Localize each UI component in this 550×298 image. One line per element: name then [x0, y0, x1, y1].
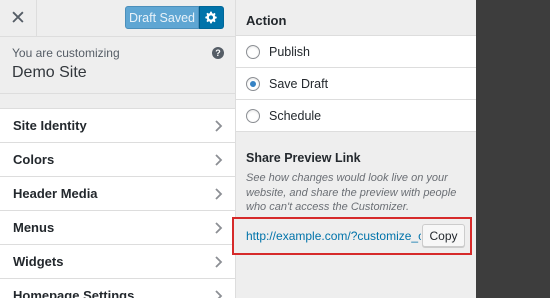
chevron-right-icon — [215, 154, 223, 166]
section-site-identity[interactable]: Site Identity — [0, 108, 235, 142]
chevron-right-icon — [215, 188, 223, 200]
gear-icon — [205, 11, 217, 24]
draft-saved-button[interactable]: Draft Saved — [125, 6, 199, 29]
option-label: Publish — [269, 44, 310, 59]
option-schedule[interactable]: Schedule — [236, 99, 476, 131]
customizer-header: ✕ Draft Saved — [0, 0, 235, 37]
share-description: See how changes would look live on your … — [246, 172, 457, 213]
chevron-right-icon — [215, 256, 223, 268]
site-name: Demo Site — [12, 64, 87, 81]
chevron-right-icon — [215, 120, 223, 132]
action-heading: Action — [246, 13, 287, 28]
customizing-info: You are customizing Demo Site ? — [0, 38, 235, 94]
customizer-sections: Site Identity Colors Header Media Menus … — [0, 108, 235, 298]
section-header-media[interactable]: Header Media — [0, 176, 235, 210]
chevron-right-icon — [215, 290, 223, 298]
copy-button[interactable]: Copy — [422, 224, 465, 247]
site-preview — [476, 0, 550, 298]
option-label: Save Draft — [269, 76, 329, 91]
section-label: Header Media — [13, 186, 98, 201]
section-colors[interactable]: Colors — [0, 142, 235, 176]
radio-publish[interactable] — [246, 44, 260, 59]
section-label: Colors — [13, 152, 55, 167]
section-label: Site Identity — [13, 118, 87, 133]
section-widgets[interactable]: Widgets — [0, 244, 235, 278]
customizer-sidebar: ✕ Draft Saved You are customizing Demo S… — [0, 0, 236, 298]
chevron-right-icon — [215, 222, 223, 234]
preview-link-highlight: http://example.com/?customize_c Copy — [232, 217, 472, 255]
section-label: Widgets — [13, 254, 64, 269]
section-menus[interactable]: Menus — [0, 210, 235, 244]
preview-link[interactable]: http://example.com/?customize_c — [246, 229, 421, 243]
divider — [236, 131, 476, 132]
close-button[interactable]: ✕ — [0, 0, 37, 36]
customizing-lead: You are customizing — [12, 46, 120, 60]
publish-settings-button[interactable] — [199, 6, 224, 29]
option-save-draft[interactable]: Save Draft — [236, 67, 476, 99]
close-icon: ✕ — [10, 7, 26, 29]
section-homepage-settings[interactable]: Homepage Settings — [0, 278, 235, 298]
section-label: Menus — [13, 220, 55, 235]
option-publish[interactable]: Publish — [236, 35, 476, 67]
radio-schedule[interactable] — [246, 108, 260, 123]
section-label: Homepage Settings — [13, 288, 135, 298]
help-icon[interactable]: ? — [212, 47, 224, 59]
radio-save-draft[interactable] — [246, 76, 260, 91]
share-heading: Share Preview Link — [246, 151, 361, 165]
option-label: Schedule — [269, 108, 322, 123]
